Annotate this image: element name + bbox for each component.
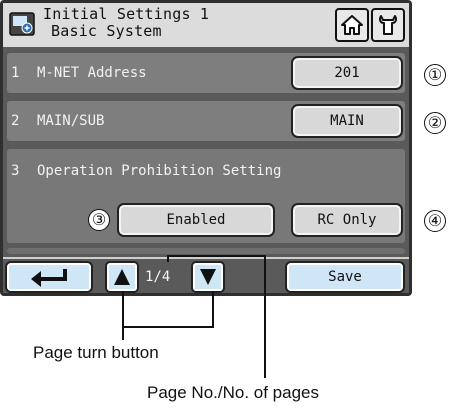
callout-3: ③ (88, 209, 110, 231)
service-button[interactable] (371, 8, 405, 42)
return-arrow-icon (31, 269, 67, 287)
callout-1: ① (424, 64, 446, 86)
page-turn-annotation: Page turn button (33, 343, 159, 362)
row-label: M-NET Address (37, 65, 147, 81)
lcd-screen: Initial Settings 1 Basic System 1 M-NET … (3, 3, 409, 293)
m-net-address-button[interactable]: 201 (293, 58, 401, 88)
rc-only-button[interactable]: RC Only (293, 205, 401, 235)
page-number-annotation: Page No./No. of pages (147, 383, 320, 402)
screen-footer: 1/4 Save (3, 257, 409, 293)
setting-row-m-net-address: 1 M-NET Address 201 (7, 53, 405, 93)
remote-controller-display: Initial Settings 1 Basic System 1 M-NET … (0, 0, 412, 296)
title-line-2: Basic System (51, 22, 162, 40)
home-icon (341, 15, 363, 35)
triangle-up-icon (114, 269, 130, 285)
row-number: 2 (11, 113, 20, 129)
callout-2: ② (424, 112, 446, 134)
row-number: 3 (11, 163, 20, 179)
row-label: Operation Prohibition Setting (37, 163, 282, 179)
row-number: 1 (11, 65, 20, 81)
save-button[interactable]: Save (287, 263, 403, 291)
row-label: MAIN/SUB (37, 113, 105, 129)
setting-row-main-sub: 2 MAIN/SUB MAIN (7, 101, 405, 141)
enabled-button[interactable]: Enabled (119, 205, 273, 235)
page-down-button[interactable] (193, 263, 223, 291)
setting-row-operation-prohibition: 3 Operation Prohibition Setting Enabled … (7, 149, 405, 243)
page-up-button[interactable] (107, 263, 137, 291)
wrench-icon (379, 15, 397, 35)
main-sub-button[interactable]: MAIN (293, 106, 401, 136)
screen-icon (9, 12, 35, 36)
home-button[interactable] (335, 8, 369, 42)
next-row-edge (7, 248, 405, 254)
callout-4: ④ (424, 210, 446, 232)
title-line-1: Initial Settings 1 (43, 5, 210, 23)
triangle-down-icon (200, 269, 216, 285)
screen-header: Initial Settings 1 Basic System (3, 3, 409, 47)
page-indicator: 1/4 (145, 269, 171, 285)
back-button[interactable] (7, 263, 91, 291)
page-title: Initial Settings 1 Basic System (43, 6, 209, 40)
